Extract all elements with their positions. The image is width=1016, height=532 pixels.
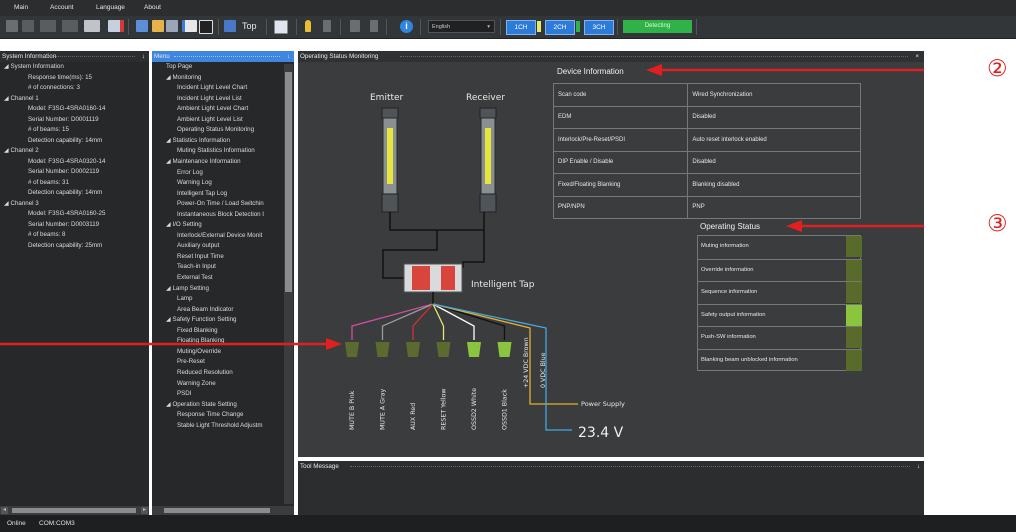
setting-value: PNP (687, 195, 861, 219)
status-indicator (846, 327, 862, 349)
tool-message-header: Tool Message ↓ (298, 461, 924, 472)
com-port: COM:COM3 (39, 520, 75, 527)
setting-name: PNP/NPN (552, 195, 689, 219)
setting-value: Disabled (687, 150, 861, 174)
status-row: Blanking beam unblocked information (698, 349, 862, 371)
status-row: Sequence information (698, 281, 862, 304)
status-indicator (846, 236, 862, 257)
power-supply-label: Power Supply (581, 400, 625, 408)
status-label: Blanking beam unblocked information (701, 357, 798, 363)
tap-red-block (441, 266, 455, 290)
margin-area (924, 51, 1016, 515)
tap-cable-right (462, 230, 485, 268)
operating-status-title: Operating Status (700, 222, 761, 231)
status-label: Push-SW information (701, 334, 756, 341)
output-indicator (345, 342, 359, 357)
table-row: PNP/NPN PNP (552, 195, 861, 219)
tap-red-block (412, 266, 430, 290)
sensor-cable (389, 212, 485, 231)
table-row: DIP Enable / Disable Disabled (552, 150, 861, 174)
receiver-window (485, 128, 491, 184)
setting-value: Auto reset interlock enabled (687, 128, 861, 152)
setting-name: DIP Enable / Disable (552, 150, 689, 174)
table-row: EDM Disabled (552, 105, 861, 129)
setting-name: EDM (552, 105, 689, 129)
device-info-title: Device Information (557, 67, 624, 76)
status-row: Muting information (698, 236, 862, 258)
emitter-top-cap (381, 107, 399, 119)
callout-3: ③ (987, 211, 1008, 237)
status-indicator (846, 282, 862, 304)
output-indicator (406, 342, 420, 357)
status-indicator (846, 304, 862, 326)
tool-message-title: Tool Message (300, 463, 339, 470)
receiver-bottom-cap (479, 193, 497, 213)
setting-name: Scan code (552, 83, 689, 107)
arrowhead (646, 64, 662, 76)
wire-label: RESET Yellow (441, 388, 448, 430)
emitter-label: Emitter (370, 93, 404, 103)
output-indicator (375, 342, 390, 357)
wire-label: MUTE A Gray (380, 388, 387, 430)
connection-status: Online (7, 520, 26, 527)
table-row: Fixed/Floating Blanking Blanking disabled (552, 173, 861, 197)
setting-name: Interlock/Pre-Reset/PSDI (552, 128, 689, 152)
wire-label: AUX Red (410, 403, 417, 430)
status-bar: Online COM:COM3 (0, 515, 1016, 532)
wire-1 (381, 303, 434, 340)
status-label: Muting information (701, 243, 749, 249)
output-indicator (467, 342, 481, 357)
emitter-bottom-cap (381, 193, 399, 213)
setting-value: Disabled (687, 105, 861, 129)
pin-icon[interactable]: ↓ (917, 461, 920, 472)
wire-label: 0 VDC Blue (540, 352, 547, 388)
status-row: Safety output information (698, 303, 862, 326)
table-row: Interlock/Pre-Reset/PSDI Auto reset inter… (552, 128, 861, 152)
wire-label: +24 VDC Brown (523, 337, 530, 388)
receiver-label: Receiver (466, 93, 505, 103)
status-indicator (846, 259, 862, 281)
table-row: Scan code Wired Synchronization (552, 83, 861, 107)
wire-label: OSSD2 White (471, 388, 478, 430)
header-grip (350, 466, 910, 467)
status-indicator (846, 350, 862, 371)
tap-label: Intelligent Tap (471, 280, 535, 290)
status-row: Push-SW information (698, 326, 862, 349)
output-indicator (497, 342, 512, 357)
arrowhead (786, 220, 802, 232)
device-info-table: Scan code Wired Synchronization EDM Disable… (552, 83, 861, 219)
tool-message-panel: Tool Message ↓ (298, 461, 924, 515)
setting-value: Blanking disabled (687, 173, 861, 197)
setting-name: Fixed/Floating Blanking (552, 173, 689, 197)
status-label: Safety output information (701, 311, 766, 318)
arrowhead (326, 338, 342, 350)
status-label: Override information (701, 266, 754, 273)
callout-2: ② (987, 56, 1008, 82)
wire-2 (412, 303, 434, 340)
wire-label: MUTE B Pink (349, 390, 356, 430)
voltage-readout: 23.4 V (578, 425, 624, 441)
operating-status-table: Muting information Override information Se… (697, 235, 862, 371)
wiring-diagram: Emitter Receiver Intelligent Tap MUTE B Pin… (0, 64, 990, 441)
receiver-top-cap (479, 107, 497, 119)
app-window: Main Account Language About Top i Englis… (0, 0, 1016, 532)
output-indicator (436, 342, 451, 357)
status-label: Sequence information (701, 289, 758, 296)
status-row: Override information (698, 258, 862, 281)
wire-label: OSSD1 Black (502, 389, 509, 430)
setting-value: Wired Synchronization (687, 83, 861, 107)
emitter-window (387, 128, 393, 184)
